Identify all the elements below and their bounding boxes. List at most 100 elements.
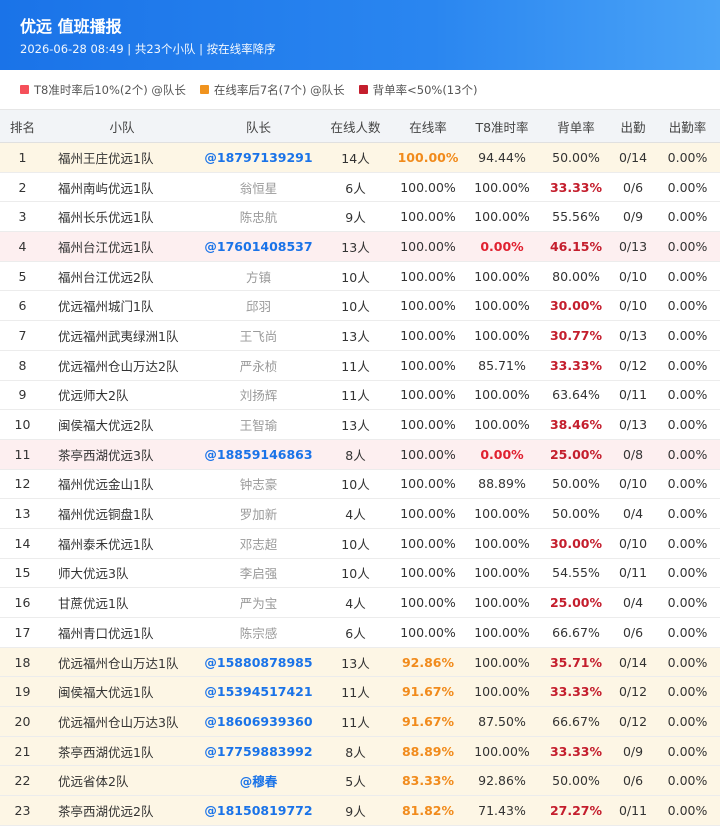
table-row: 1 福州王庄优远1队 @18797139291 14人 100.00% 94.44% 50.…: [0, 142, 720, 173]
team-cell: 福州优远铜盘1队: [45, 498, 199, 529]
leader-cell: 罗加新: [199, 498, 318, 529]
team-cell: 优远福州武夷绿洲1队: [45, 320, 199, 351]
attendance-cell: 0/6: [611, 617, 655, 648]
leader-cell: 翁恒星: [199, 172, 318, 203]
column-header-online-count: 在线人数: [318, 110, 393, 143]
online-rate-cell: 100.00%: [393, 617, 463, 648]
online-rate-cell: 100.00%: [393, 201, 463, 233]
leader-cell[interactable]: @18859146863: [199, 439, 318, 470]
t8-rate-cell: 100.00%: [463, 587, 541, 618]
t8-rate-cell: 0.00%: [463, 231, 541, 262]
online-rate-cell: 100.00%: [393, 290, 463, 322]
table-row: 6 优远福州城门1队 邱羽 10人 100.00% 100.00% 30.00% 0/10 0.…: [0, 290, 720, 322]
column-header-leader: 队长: [199, 110, 318, 143]
table-row: 13 福州优远铜盘1队 罗加新 4人 100.00% 100.00% 50.00% 0/4 0.…: [0, 498, 720, 529]
attendance-cell: 0/6: [611, 765, 655, 797]
table-row: 5 福州台江优远2队 方镇 10人 100.00% 100.00% 80.00% 0/10 0.…: [0, 261, 720, 292]
t8-rate-cell: 100.00%: [463, 320, 541, 351]
rank-cell: 1: [0, 142, 45, 173]
team-table: 排名 小队 队长 在线人数 在线率 T8准时率 背单率 出勤 出勤率 1 福州王庄…: [0, 110, 720, 826]
attendance-cell: 0/12: [611, 706, 655, 737]
leader-cell[interactable]: @穆春: [199, 765, 318, 797]
rank-cell: 5: [0, 261, 45, 292]
leader-cell[interactable]: @18797139291: [199, 142, 318, 173]
online-rate-cell: 100.00%: [393, 142, 463, 173]
leader-cell[interactable]: @17759883992: [199, 736, 318, 767]
column-header-team: 小队: [45, 110, 199, 143]
team-cell: 福州台江优远2队: [45, 261, 199, 292]
attendance-cell: 0/10: [611, 290, 655, 322]
leader-cell: 陈忠航: [199, 201, 318, 233]
attendance-rate-cell: 0.00%: [655, 261, 720, 292]
leader-cell[interactable]: @18150819772: [199, 795, 318, 826]
online-rate-cell: 100.00%: [393, 172, 463, 203]
legend-item-t8: T8准时率后10%(2个) @队长: [20, 82, 186, 98]
team-cell: 福州王庄优远1队: [45, 142, 199, 173]
online-rate-cell: 88.89%: [393, 736, 463, 767]
rank-cell: 21: [0, 736, 45, 767]
leader-cell: 方镇: [199, 261, 318, 292]
rank-cell: 16: [0, 587, 45, 618]
back-rate-cell: 33.33%: [541, 172, 611, 203]
t8-rate-cell: 87.50%: [463, 706, 541, 737]
online-count-cell: 9人: [318, 201, 393, 233]
rank-cell: 15: [0, 558, 45, 589]
back-rate-cell: 50.00%: [541, 469, 611, 500]
back-rate-cell: 33.33%: [541, 736, 611, 767]
rank-cell: 7: [0, 320, 45, 351]
attendance-rate-cell: 0.00%: [655, 320, 720, 351]
online-rate-cell: 91.67%: [393, 676, 463, 708]
column-header-rank: 排名: [0, 110, 45, 143]
online-rate-cell: 100.00%: [393, 261, 463, 292]
t8-rate-cell: 100.00%: [463, 409, 541, 440]
leader-cell[interactable]: @15880878985: [199, 647, 318, 678]
attendance-cell: 0/10: [611, 528, 655, 559]
team-cell: 闽侯福大优远1队: [45, 676, 199, 708]
back-rate-cell: 33.33%: [541, 350, 611, 381]
back-rate-cell: 63.64%: [541, 380, 611, 411]
online-rate-cell: 100.00%: [393, 587, 463, 618]
rank-cell: 12: [0, 469, 45, 500]
back-rate-cell: 66.67%: [541, 617, 611, 648]
team-cell: 优远福州仓山万达2队: [45, 350, 199, 381]
attendance-cell: 0/10: [611, 261, 655, 292]
attendance-cell: 0/13: [611, 409, 655, 440]
rank-cell: 4: [0, 231, 45, 262]
leader-cell[interactable]: @15394517421: [199, 676, 318, 708]
rank-cell: 3: [0, 201, 45, 233]
leader-cell[interactable]: @18606939360: [199, 706, 318, 737]
rank-cell: 23: [0, 795, 45, 826]
attendance-rate-cell: 0.00%: [655, 498, 720, 529]
legend-swatch-online: [199, 85, 209, 94]
attendance-cell: 0/11: [611, 558, 655, 589]
t8-rate-cell: 85.71%: [463, 350, 541, 381]
t8-rate-cell: 100.00%: [463, 380, 541, 411]
online-rate-cell: 91.67%: [393, 706, 463, 737]
online-rate-cell: 83.33%: [393, 765, 463, 797]
t8-rate-cell: 71.43%: [463, 795, 541, 826]
t8-rate-cell: 100.00%: [463, 498, 541, 529]
online-count-cell: 8人: [318, 439, 393, 470]
online-count-cell: 10人: [318, 528, 393, 559]
online-count-cell: 10人: [318, 469, 393, 500]
team-cell: 甘蔗优远1队: [45, 587, 199, 618]
attendance-rate-cell: 0.00%: [655, 676, 720, 708]
rank-cell: 17: [0, 617, 45, 648]
online-count-cell: 4人: [318, 498, 393, 529]
online-count-cell: 11人: [318, 706, 393, 737]
team-cell: 福州优远金山1队: [45, 469, 199, 500]
team-cell: 优远福州仓山万达1队: [45, 647, 199, 678]
attendance-rate-cell: 0.00%: [655, 558, 720, 589]
attendance-rate-cell: 0.00%: [655, 795, 720, 826]
t8-rate-cell: 88.89%: [463, 469, 541, 500]
online-count-cell: 11人: [318, 350, 393, 381]
column-header-back-rate: 背单率: [541, 110, 611, 143]
online-rate-cell: 100.00%: [393, 558, 463, 589]
attendance-cell: 0/12: [611, 676, 655, 708]
leader-cell[interactable]: @17601408537: [199, 231, 318, 262]
back-rate-cell: 33.33%: [541, 676, 611, 708]
online-rate-cell: 81.82%: [393, 795, 463, 826]
team-cell: 福州青口优远1队: [45, 617, 199, 648]
team-cell: 福州南屿优远1队: [45, 172, 199, 203]
attendance-rate-cell: 0.00%: [655, 439, 720, 470]
